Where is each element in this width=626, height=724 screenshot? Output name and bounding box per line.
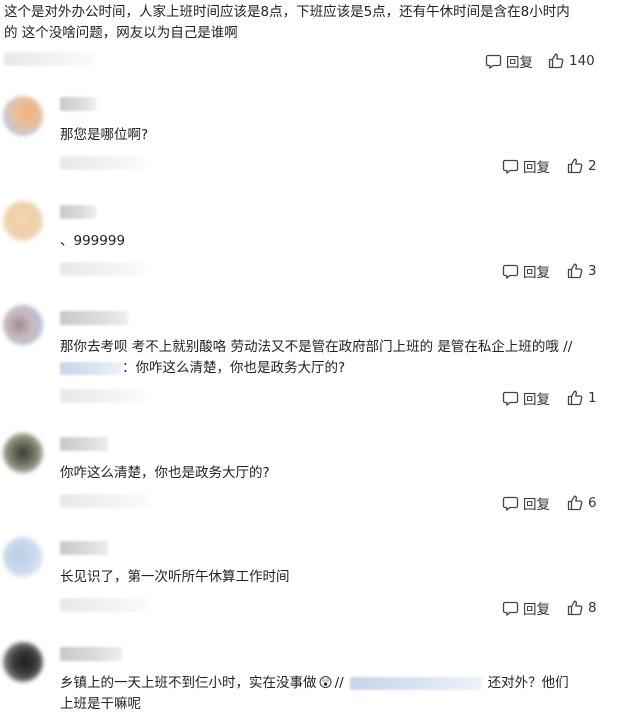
avatar[interactable] (3, 96, 43, 136)
reply-button[interactable]: 回复 (502, 261, 550, 281)
reply-button[interactable]: 回复 (502, 493, 550, 513)
like-count: 8 (588, 600, 597, 616)
comment-bubble-icon (502, 264, 519, 279)
avatar[interactable] (3, 305, 43, 345)
comment-bubble-icon (502, 391, 519, 406)
like-count: 6 (588, 495, 597, 511)
username[interactable] (60, 647, 122, 661)
reply-button[interactable]: 回复 (485, 51, 533, 71)
comment-actions: 回复 6 (502, 493, 597, 513)
comment-text: 长见识了，第一次听所午休算工作时间 (60, 569, 290, 585)
reply-label: 回复 (523, 160, 550, 176)
avatar[interactable] (3, 433, 43, 473)
reply-label: 回复 (523, 602, 550, 618)
comment-text: 你咋这么清楚，你也是政务大厅的? (60, 465, 270, 481)
comment-meta (60, 156, 145, 170)
comment-text: 、999999 (60, 233, 126, 249)
comment-meta (60, 494, 150, 508)
comment-line1-c: 还对外？他们 (487, 675, 569, 691)
like-count: 140 (569, 53, 595, 69)
mention-link[interactable] (60, 361, 122, 375)
comment-text: 那您是哪位啊? (60, 127, 149, 143)
top-comment-actions: 回复 140 (485, 51, 595, 71)
username[interactable] (60, 97, 96, 111)
like-button[interactable]: 2 (566, 157, 597, 175)
comment-line2-text: ：你咋这么清楚，你也是政务大厅的? (122, 360, 346, 376)
comment-actions: 回复 2 (502, 156, 597, 176)
like-button[interactable]: 140 (547, 52, 595, 70)
comment-actions: 回复 8 (502, 598, 597, 618)
comment-text: 那你去考呗 考不上就别酸咯 劳动法又不是管在政府部门上班的 是管在私企上班的哦 … (60, 337, 616, 379)
comment-line1: 乡镇上的一天上班不到仨小时，实在没事做 😲// 还对外？他们 (60, 673, 616, 694)
thumbs-up-icon (567, 158, 583, 174)
comment-actions: 回复 3 (502, 261, 597, 281)
like-count: 2 (588, 158, 597, 174)
like-count: 3 (588, 263, 597, 279)
reply-label: 回复 (506, 55, 533, 71)
reply-label: 回复 (523, 265, 550, 281)
avatar[interactable] (3, 201, 43, 241)
top-comment-line2: 的 这个没啥问题，网友以为自己是谁啊 (4, 25, 238, 41)
comment-bubble-icon (502, 159, 519, 174)
comment-meta (60, 262, 145, 276)
shocked-emoji-icon: 😲 (318, 675, 333, 691)
thumbs-up-icon (548, 53, 564, 69)
comment-line1-b: // (334, 675, 344, 691)
comment-bubble-icon (502, 496, 519, 511)
thumbs-up-icon (567, 495, 583, 511)
comment-line2: 上班是干嘛呢 (60, 696, 141, 712)
mention-link[interactable] (349, 676, 482, 690)
like-button[interactable]: 3 (566, 262, 597, 280)
username[interactable] (60, 437, 108, 451)
comment-text: 乡镇上的一天上班不到仨小时，实在没事做 😲// 还对外？他们 上班是干嘛呢 (60, 673, 616, 715)
comment-line2: ：你咋这么清楚，你也是政务大厅的? (60, 358, 616, 379)
username[interactable] (60, 541, 108, 555)
comment-bubble-icon (485, 54, 502, 69)
thumbs-up-icon (567, 600, 583, 616)
reply-button[interactable]: 回复 (502, 388, 550, 408)
comment-meta (60, 598, 148, 612)
top-comment-meta (4, 52, 94, 66)
like-button[interactable]: 6 (566, 494, 597, 512)
username[interactable] (60, 205, 96, 219)
like-button[interactable]: 1 (566, 389, 597, 407)
comment-meta (60, 389, 145, 403)
thumbs-up-icon (567, 263, 583, 279)
comment-line1-a: 乡镇上的一天上班不到仨小时，实在没事做 (60, 675, 317, 691)
reply-button[interactable]: 回复 (502, 156, 550, 176)
thumbs-up-icon (567, 390, 583, 406)
username[interactable] (60, 311, 128, 325)
top-comment-line1: 这个是对外办公时间，人家上班时间应该是8点，下班应该是5点，还有午休时间是含在8… (4, 4, 570, 20)
reply-label: 回复 (523, 392, 550, 408)
comment-bubble-icon (502, 601, 519, 616)
like-count: 1 (588, 390, 597, 406)
avatar[interactable] (3, 642, 43, 682)
like-button[interactable]: 8 (566, 599, 597, 617)
comment-line1: 那你去考呗 考不上就别酸咯 劳动法又不是管在政府部门上班的 是管在私企上班的哦 … (60, 339, 573, 355)
top-comment-text: 这个是对外办公时间，人家上班时间应该是8点，下班应该是5点，还有午休时间是含在8… (4, 2, 616, 44)
comment-actions: 回复 1 (502, 388, 597, 408)
reply-button[interactable]: 回复 (502, 598, 550, 618)
reply-label: 回复 (523, 497, 550, 513)
avatar[interactable] (3, 537, 43, 577)
